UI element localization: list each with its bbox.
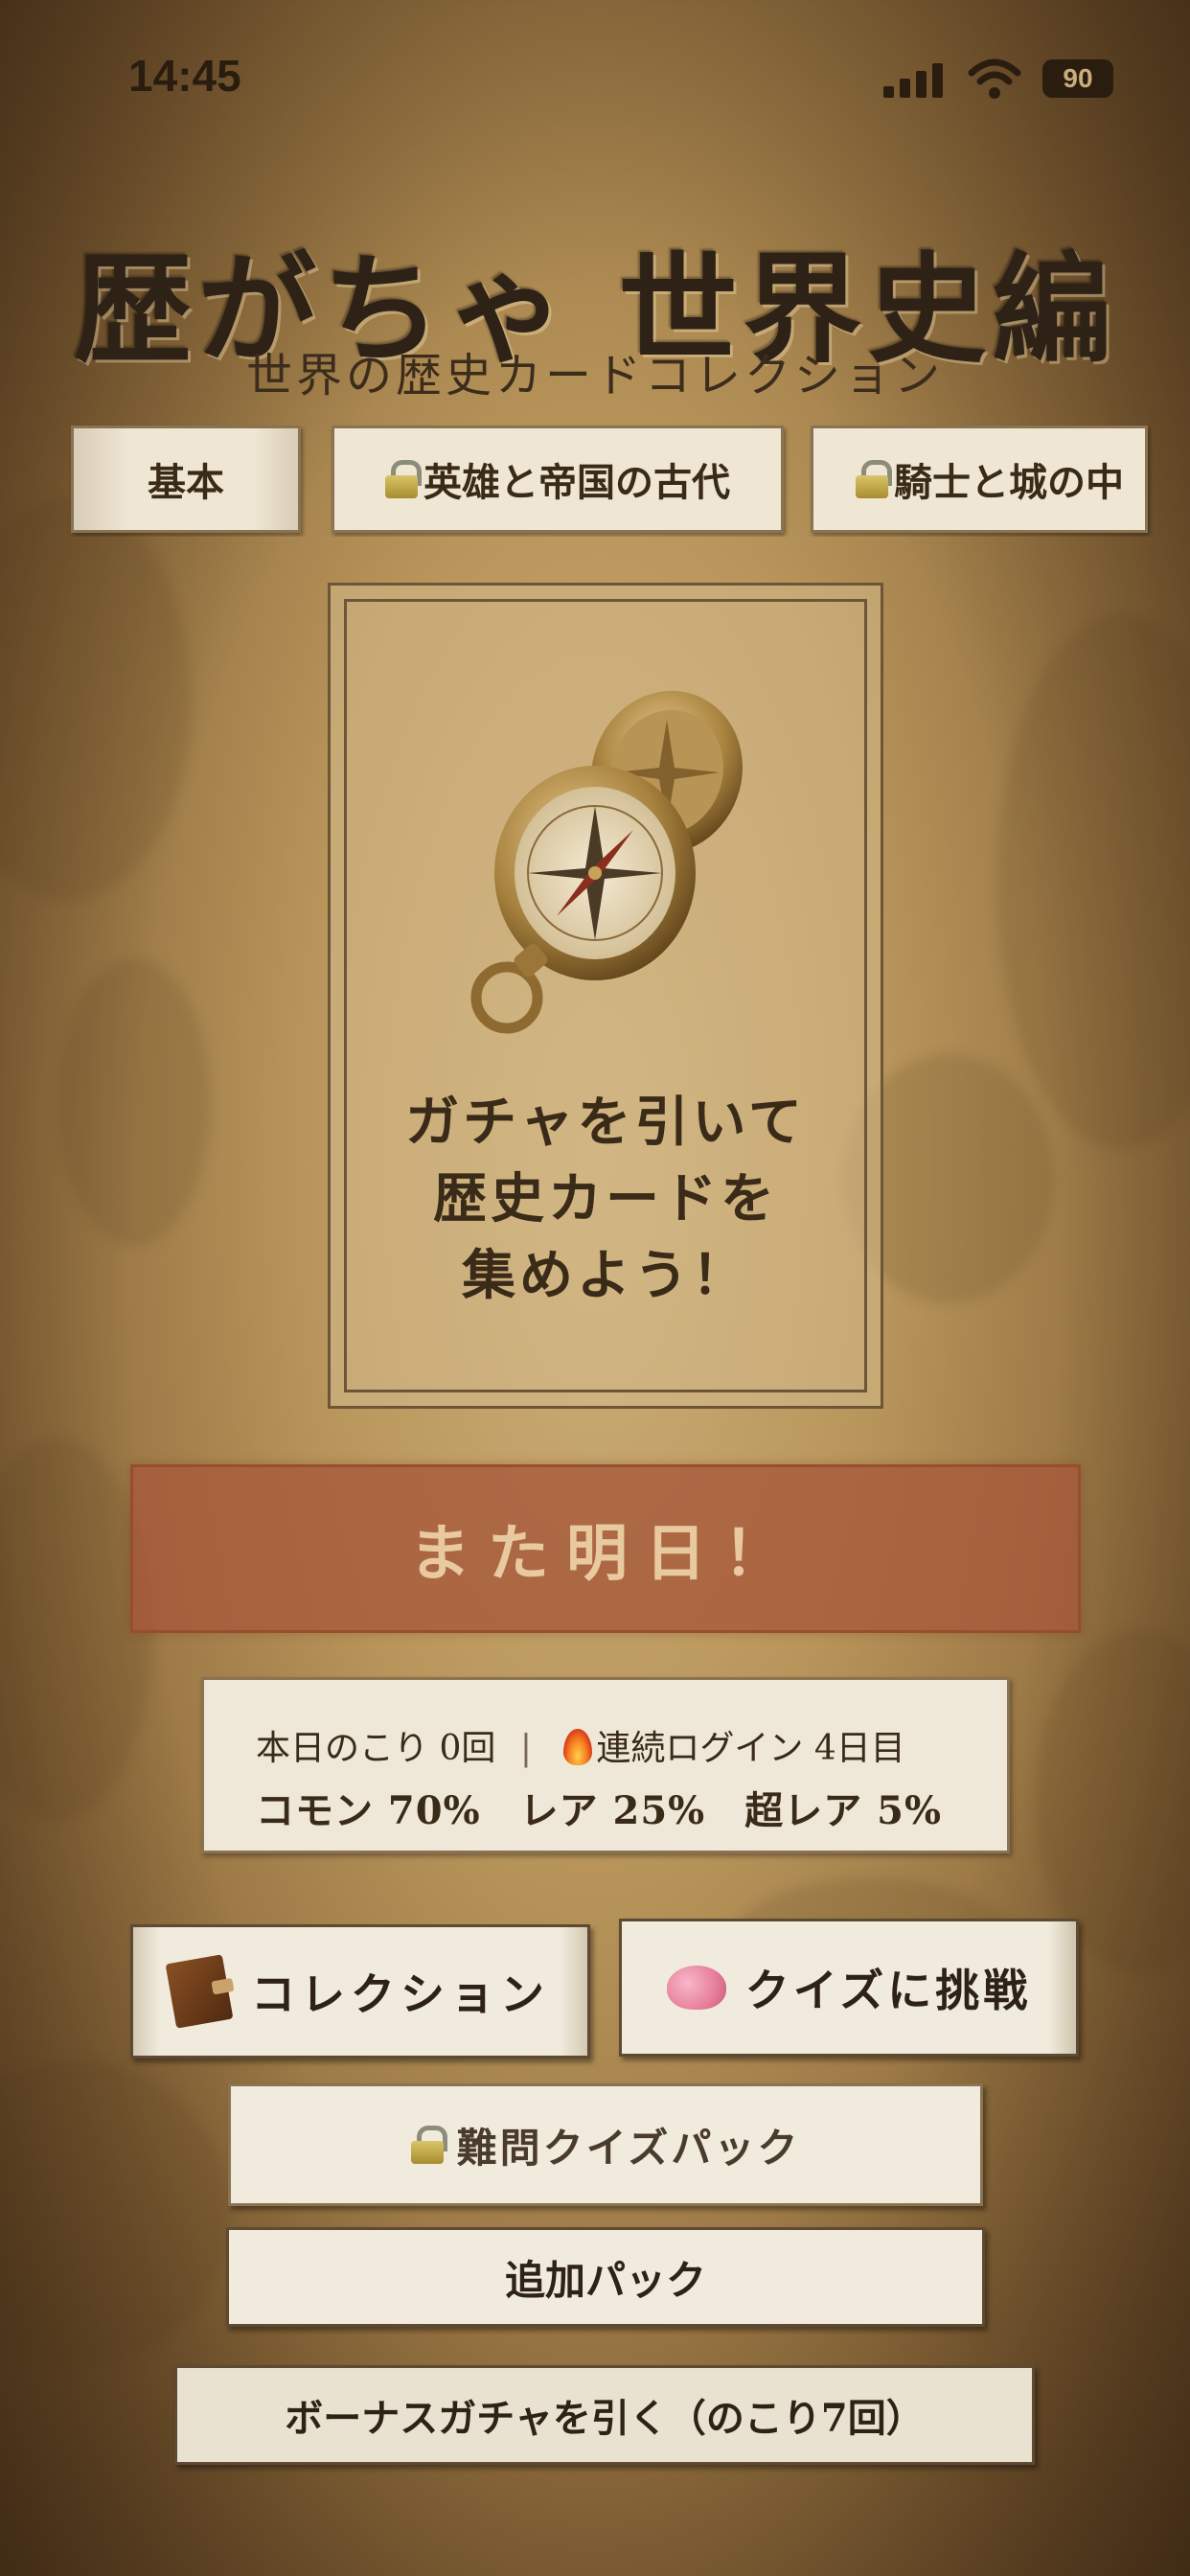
tab-label: 基本	[148, 460, 224, 505]
collection-button[interactable]: コレクション	[130, 1924, 590, 2058]
gacha-card[interactable]: ガチャを引いて 歴史カードを 集めよう！	[328, 583, 883, 1409]
card-message-line: ガチャを引いて	[405, 1091, 806, 1154]
battery-icon: 90	[1042, 59, 1113, 98]
bonus-gacha-button[interactable]: ボーナスガチャを引く（のこり7回）	[174, 2365, 1035, 2465]
quiz-label: クイズに挑戦	[744, 1965, 1032, 2016]
tab-ancient[interactable]: 英雄と帝国の古代	[332, 426, 784, 533]
separator: |	[519, 1729, 532, 1768]
lock-icon	[856, 460, 892, 498]
card-message-line: 集めよう！	[462, 1244, 749, 1307]
remaining-count: 本日のこり 0回	[256, 1729, 496, 1768]
tab-basic[interactable]: 基本	[71, 426, 301, 533]
card-message: ガチャを引いて 歴史カードを 集めよう！	[331, 1084, 881, 1314]
hard-quiz-label: 難問クイズパック	[456, 2124, 801, 2172]
quiz-button[interactable]: クイズに挑戦	[619, 1919, 1079, 2057]
pack-tabs: 基本 英雄と帝国の古代 騎士と城の中	[0, 424, 1190, 537]
tab-label: 英雄と帝国の古代	[423, 460, 730, 505]
collection-label: コレクション	[251, 1968, 550, 2020]
info-status: 本日のこり 0回 | 連続ログイン 4日目	[256, 1720, 905, 1770]
lock-icon	[410, 2126, 447, 2164]
tab-medieval[interactable]: 騎士と城の中	[811, 426, 1148, 533]
gacha-info: 本日のこり 0回 | 連続ログイン 4日目 コモン 70% レア 25% 超レア…	[201, 1677, 1010, 1853]
lock-icon	[385, 460, 422, 498]
status-time: 14:45	[128, 51, 241, 101]
draw-button[interactable]: また明日！	[130, 1464, 1081, 1633]
extra-pack-button[interactable]: 追加パック	[226, 2227, 985, 2327]
brain-icon	[666, 1966, 726, 2010]
signal-icon	[883, 63, 945, 98]
app-subtitle: 世界の歴史カードコレクション	[245, 349, 944, 402]
login-streak: 連続ログイン 4日目	[596, 1729, 905, 1768]
fire-icon	[563, 1729, 593, 1765]
book-icon	[165, 1954, 234, 2029]
compass-icon	[470, 690, 743, 1034]
hard-quiz-pack-button[interactable]: 難問クイズパック	[228, 2083, 983, 2206]
card-message-line: 歴史カードを	[433, 1167, 778, 1230]
status-bar: 14:45 90	[0, 0, 1190, 144]
tab-label: 騎士と城の中	[894, 460, 1124, 505]
wifi-icon	[968, 58, 1021, 99]
drop-rates: コモン 70% レア 25% 超レア 5%	[256, 1788, 942, 1833]
